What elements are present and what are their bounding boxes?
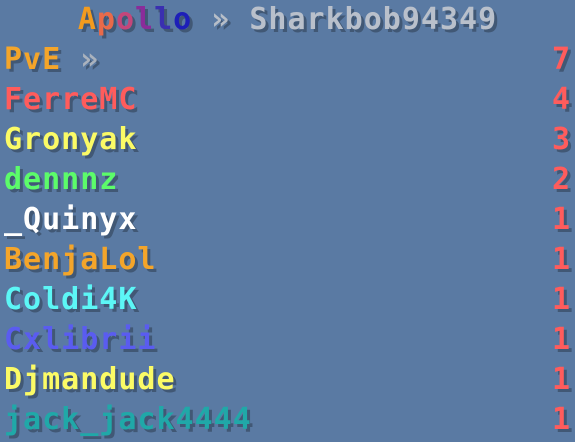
player-row: Coldi4K 1: [0, 280, 575, 320]
player-row-score: 2: [551, 162, 571, 197]
player-row: jack_jack4444 1: [0, 400, 575, 440]
player-row-name: _Quinyx: [4, 202, 138, 237]
player-row-score: 1: [551, 242, 571, 277]
player-row: BenjaLol 1: [0, 240, 575, 280]
title-separator-arrow: »: [211, 2, 231, 37]
player-row: Gronyak 3: [0, 120, 575, 160]
player-row-name: BenjaLol: [4, 242, 157, 277]
category-arrow: »: [80, 42, 100, 77]
server-name-letter: l: [135, 2, 155, 37]
server-name: Apollo: [78, 2, 192, 37]
player-row-score: 4: [551, 82, 571, 117]
server-name-letter: p: [96, 2, 116, 37]
player-row-score: 1: [551, 202, 571, 237]
player-row: Djmandude 1: [0, 360, 575, 400]
player-row-score: 1: [551, 362, 571, 397]
category-label: PvE: [4, 42, 62, 77]
server-name-letter: l: [154, 2, 174, 37]
server-name-letter: o: [115, 2, 135, 37]
category-label-group: PvE »: [4, 40, 99, 80]
player-row-name: Djmandude: [4, 362, 176, 397]
player-row-name: jack_jack4444: [4, 402, 252, 437]
scoreboard: Apollo » Sharkbob94349 PvE » 7 FerreMC 4…: [0, 0, 575, 442]
player-row-score: 1: [551, 402, 571, 437]
player-row-name: Coldi4K: [4, 282, 138, 317]
scoreboard-title: Apollo » Sharkbob94349: [0, 0, 575, 40]
player-row: _Quinyx 1: [0, 200, 575, 240]
player-row: Cxlibrii 1: [0, 320, 575, 360]
server-name-letter: o: [173, 2, 193, 37]
player-row-score: 1: [551, 322, 571, 357]
category-row: PvE » 7: [0, 40, 575, 80]
player-row-name: Gronyak: [4, 122, 138, 157]
player-row-name: FerreMC: [4, 82, 138, 117]
category-value: 7: [551, 42, 571, 77]
player-row-name: Cxlibrii: [4, 322, 157, 357]
player-row-name: dennnz: [4, 162, 119, 197]
player-row: FerreMC 4: [0, 80, 575, 120]
server-name-letter: A: [77, 2, 97, 37]
player-row-score: 1: [551, 282, 571, 317]
player-row-score: 3: [551, 122, 571, 157]
player-row: dennnz 2: [0, 160, 575, 200]
player-name: Sharkbob94349: [249, 2, 498, 37]
